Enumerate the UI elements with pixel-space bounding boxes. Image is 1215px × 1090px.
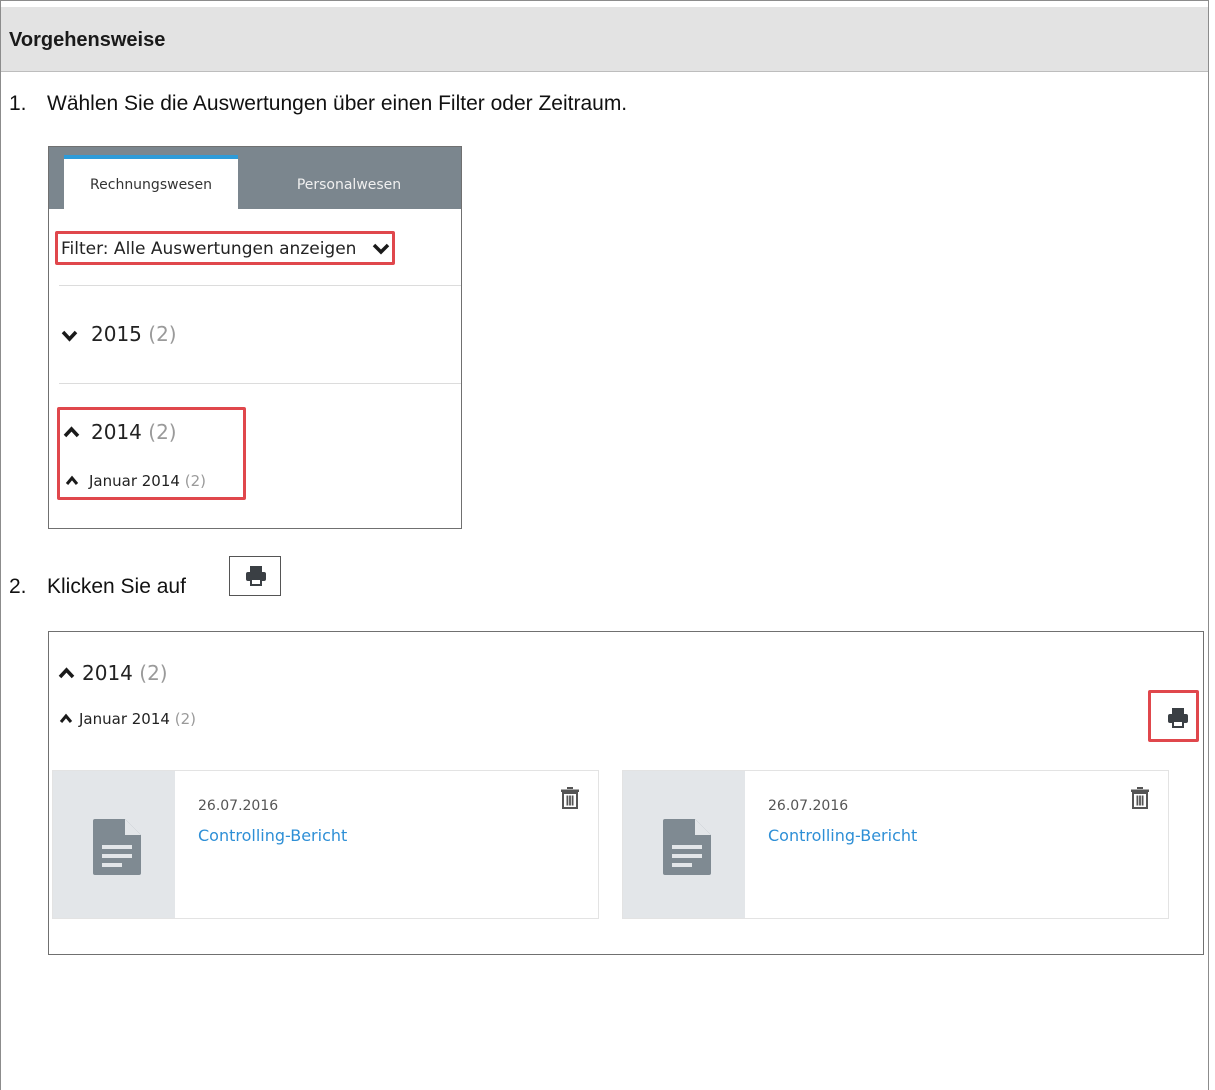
card-date: 26.07.2016: [768, 798, 849, 814]
year-value: 2015: [91, 322, 142, 346]
month-count: (2): [184, 472, 206, 490]
year-count: (2): [148, 322, 177, 346]
divider: [59, 285, 461, 286]
step-1-number: 1.: [9, 92, 27, 115]
tab-personalwesen[interactable]: Personalwesen: [239, 155, 459, 209]
chevron-up-icon: [63, 426, 80, 438]
month-label: Januar 2014 (2): [89, 472, 206, 490]
year-label: 2014 (2): [82, 661, 168, 685]
report-link[interactable]: Controlling-Bericht: [198, 826, 347, 845]
month-value: Januar 2014: [89, 472, 180, 490]
step-1-text: Wählen Sie die Auswertungen über einen F…: [47, 92, 628, 115]
year-label: 2014 (2): [91, 420, 177, 444]
card-thumbnail: [53, 771, 175, 918]
report-card[interactable]: 26.07.2016 Controlling-Bericht: [52, 770, 599, 919]
year-value: 2014: [91, 420, 142, 444]
section-header: Vorgehensweise: [1, 7, 1208, 72]
screenshot-report-panel: 2014 (2) Januar 2014 (2) 26.07.2016 Cont…: [48, 631, 1204, 955]
report-link[interactable]: Controlling-Bericht: [768, 826, 917, 845]
card-date: 26.07.2016: [198, 798, 279, 814]
print-button-illustration: [229, 556, 281, 596]
chevron-up-icon: [58, 667, 75, 679]
trash-icon[interactable]: [561, 787, 579, 809]
document-icon: [93, 819, 141, 875]
tab-label: Personalwesen: [296, 177, 402, 193]
chevron-up-icon: [59, 713, 73, 723]
tab-label: Rechnungswesen: [90, 177, 212, 193]
step-2-number: 2.: [9, 575, 27, 598]
print-icon[interactable]: [1167, 707, 1189, 729]
divider: [59, 383, 461, 384]
step-2-text: Klicken Sie auf: [47, 575, 186, 598]
step-1: 1. Wählen Sie die Auswertungen über einen…: [9, 92, 627, 116]
filter-label: Filter: Alle Auswertungen anzeigen: [61, 239, 357, 259]
tab-bar: Rechnungswesen Personalwesen: [49, 147, 461, 209]
step-2: 2. Klicken Sie auf: [9, 575, 186, 599]
report-card[interactable]: 26.07.2016 Controlling-Bericht: [622, 770, 1169, 919]
month-value: Januar 2014: [79, 710, 170, 728]
screenshot-filter-panel: Rechnungswesen Personalwesen Filter: All…: [48, 146, 462, 529]
month-label: Januar 2014 (2): [79, 710, 196, 728]
section-title: Vorgehensweise: [9, 29, 166, 51]
chevron-down-icon: [372, 243, 390, 255]
month-count: (2): [174, 710, 196, 728]
document-icon: [663, 819, 711, 875]
chevron-down-icon: [61, 330, 78, 342]
year-count: (2): [148, 420, 177, 444]
year-value: 2014: [82, 661, 133, 685]
card-thumbnail: [623, 771, 745, 918]
print-icon: [246, 566, 266, 586]
year-count: (2): [139, 661, 168, 685]
tab-rechnungswesen[interactable]: Rechnungswesen: [64, 155, 238, 209]
chevron-up-icon: [65, 475, 79, 485]
filter-dropdown[interactable]: Filter: Alle Auswertungen anzeigen: [55, 231, 395, 265]
trash-icon[interactable]: [1131, 787, 1149, 809]
year-label: 2015 (2): [91, 322, 177, 346]
